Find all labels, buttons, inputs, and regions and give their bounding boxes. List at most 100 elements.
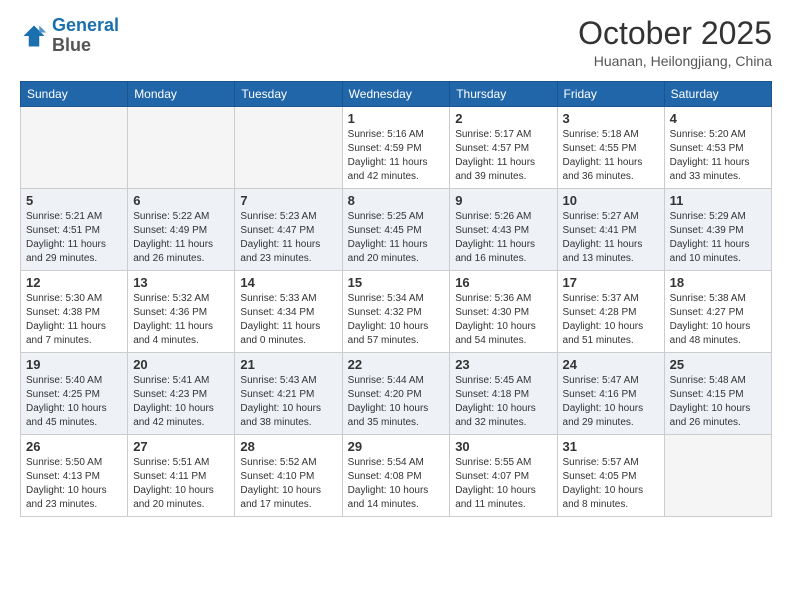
day-number: 26	[26, 439, 122, 454]
calendar-cell	[235, 107, 342, 189]
location: Huanan, Heilongjiang, China	[578, 53, 772, 69]
day-info: Sunrise: 5:34 AM Sunset: 4:32 PM Dayligh…	[348, 292, 445, 348]
day-number: 22	[348, 357, 445, 372]
day-number: 8	[348, 193, 445, 208]
day-number: 9	[455, 193, 551, 208]
day-info: Sunrise: 5:32 AM Sunset: 4:36 PM Dayligh…	[133, 292, 229, 348]
calendar-cell: 26Sunrise: 5:50 AM Sunset: 4:13 PM Dayli…	[21, 435, 128, 517]
calendar-cell: 19 Sunrise: 5:40 AM Sunset: 4:25 PM Dayli…	[21, 353, 128, 435]
logo: General Blue	[20, 16, 119, 56]
day-info: Sunrise: 5:40 AM Sunset: 4:25 PM Dayligh…	[26, 374, 122, 430]
calendar-week-row: 5Sunrise: 5:21 AM Sunset: 4:51 PM Daylig…	[21, 189, 772, 271]
calendar-cell: 20Sunrise: 5:41 AM Sunset: 4:23 PM Dayli…	[128, 353, 235, 435]
day-info: Sunrise: 5:26 AM Sunset: 4:43 PM Dayligh…	[455, 210, 551, 266]
calendar-week-row: 1Sunrise: 5:16 AM Sunset: 4:59 PM Daylig…	[21, 107, 772, 189]
day-number: 10	[563, 193, 659, 208]
day-info: Sunrise: 5:38 AM Sunset: 4:27 PM Dayligh…	[670, 292, 766, 348]
col-tuesday: Tuesday	[235, 82, 342, 107]
month-title: October 2025	[578, 16, 772, 51]
day-number: 2	[455, 111, 551, 126]
day-info: Sunrise: 5:44 AM Sunset: 4:20 PM Dayligh…	[348, 374, 445, 430]
calendar-cell: 18Sunrise: 5:38 AM Sunset: 4:27 PM Dayli…	[664, 271, 771, 353]
calendar-header-row: Sunday Monday Tuesday Wednesday Thursday…	[21, 82, 772, 107]
calendar-table: Sunday Monday Tuesday Wednesday Thursday…	[20, 81, 772, 517]
calendar-cell: 13 Sunrise: 5:32 AM Sunset: 4:36 PM Dayli…	[128, 271, 235, 353]
calendar-cell: 3Sunrise: 5:18 AM Sunset: 4:55 PM Daylig…	[557, 107, 664, 189]
day-info: Sunrise: 5:21 AM Sunset: 4:51 PM Dayligh…	[26, 210, 122, 266]
day-number: 13	[133, 275, 229, 290]
day-info: Sunrise: 5:30 AM Sunset: 4:38 PM Dayligh…	[26, 292, 122, 348]
day-number: 16	[455, 275, 551, 290]
day-number: 7	[240, 193, 336, 208]
day-info: Sunrise: 5:57 AM Sunset: 4:05 PM Dayligh…	[563, 456, 659, 512]
page-container: General Blue October 2025 Huanan, Heilon…	[0, 0, 792, 527]
day-number: 30	[455, 439, 551, 454]
calendar-cell: 4Sunrise: 5:20 AM Sunset: 4:53 PM Daylig…	[664, 107, 771, 189]
calendar-cell: 30 Sunrise: 5:55 AM Sunset: 4:07 PM Dayli…	[450, 435, 557, 517]
calendar-cell: 24Sunrise: 5:47 AM Sunset: 4:16 PM Dayli…	[557, 353, 664, 435]
calendar-cell: 31Sunrise: 5:57 AM Sunset: 4:05 PM Dayli…	[557, 435, 664, 517]
calendar-cell: 12 Sunrise: 5:30 AM Sunset: 4:38 PM Dayli…	[21, 271, 128, 353]
col-wednesday: Wednesday	[342, 82, 450, 107]
calendar-cell: 21 Sunrise: 5:43 AM Sunset: 4:21 PM Dayli…	[235, 353, 342, 435]
day-info: Sunrise: 5:17 AM Sunset: 4:57 PM Dayligh…	[455, 128, 551, 184]
calendar-cell: 29 Sunrise: 5:54 AM Sunset: 4:08 PM Dayli…	[342, 435, 450, 517]
day-number: 25	[670, 357, 766, 372]
day-info: Sunrise: 5:23 AM Sunset: 4:47 PM Dayligh…	[240, 210, 336, 266]
logo-name: General Blue	[52, 16, 119, 56]
calendar-cell	[128, 107, 235, 189]
day-info: Sunrise: 5:33 AM Sunset: 4:34 PM Dayligh…	[240, 292, 336, 348]
calendar-cell: 5Sunrise: 5:21 AM Sunset: 4:51 PM Daylig…	[21, 189, 128, 271]
day-info: Sunrise: 5:22 AM Sunset: 4:49 PM Dayligh…	[133, 210, 229, 266]
day-info: Sunrise: 5:25 AM Sunset: 4:45 PM Dayligh…	[348, 210, 445, 266]
day-number: 20	[133, 357, 229, 372]
day-info: Sunrise: 5:27 AM Sunset: 4:41 PM Dayligh…	[563, 210, 659, 266]
col-thursday: Thursday	[450, 82, 557, 107]
day-info: Sunrise: 5:20 AM Sunset: 4:53 PM Dayligh…	[670, 128, 766, 184]
calendar-cell: 2 Sunrise: 5:17 AM Sunset: 4:57 PM Daylig…	[450, 107, 557, 189]
col-monday: Monday	[128, 82, 235, 107]
calendar-cell: 16 Sunrise: 5:36 AM Sunset: 4:30 PM Dayli…	[450, 271, 557, 353]
calendar-cell: 9 Sunrise: 5:26 AM Sunset: 4:43 PM Daylig…	[450, 189, 557, 271]
day-number: 28	[240, 439, 336, 454]
day-info: Sunrise: 5:52 AM Sunset: 4:10 PM Dayligh…	[240, 456, 336, 512]
day-number: 14	[240, 275, 336, 290]
day-info: Sunrise: 5:51 AM Sunset: 4:11 PM Dayligh…	[133, 456, 229, 512]
day-info: Sunrise: 5:54 AM Sunset: 4:08 PM Dayligh…	[348, 456, 445, 512]
calendar-cell	[21, 107, 128, 189]
col-sunday: Sunday	[21, 82, 128, 107]
day-info: Sunrise: 5:29 AM Sunset: 4:39 PM Dayligh…	[670, 210, 766, 266]
header: General Blue October 2025 Huanan, Heilon…	[20, 16, 772, 69]
calendar-week-row: 12 Sunrise: 5:30 AM Sunset: 4:38 PM Dayli…	[21, 271, 772, 353]
logo-icon	[20, 22, 48, 50]
calendar-cell: 1Sunrise: 5:16 AM Sunset: 4:59 PM Daylig…	[342, 107, 450, 189]
day-number: 12	[26, 275, 122, 290]
day-number: 6	[133, 193, 229, 208]
day-number: 21	[240, 357, 336, 372]
calendar-cell: 27 Sunrise: 5:51 AM Sunset: 4:11 PM Dayli…	[128, 435, 235, 517]
day-number: 19	[26, 357, 122, 372]
day-number: 3	[563, 111, 659, 126]
calendar-week-row: 26Sunrise: 5:50 AM Sunset: 4:13 PM Dayli…	[21, 435, 772, 517]
title-block: October 2025 Huanan, Heilongjiang, China	[578, 16, 772, 69]
calendar-cell: 22 Sunrise: 5:44 AM Sunset: 4:20 PM Dayli…	[342, 353, 450, 435]
calendar-cell: 28 Sunrise: 5:52 AM Sunset: 4:10 PM Dayli…	[235, 435, 342, 517]
day-info: Sunrise: 5:36 AM Sunset: 4:30 PM Dayligh…	[455, 292, 551, 348]
calendar-cell: 10 Sunrise: 5:27 AM Sunset: 4:41 PM Dayli…	[557, 189, 664, 271]
calendar-cell: 23Sunrise: 5:45 AM Sunset: 4:18 PM Dayli…	[450, 353, 557, 435]
day-info: Sunrise: 5:45 AM Sunset: 4:18 PM Dayligh…	[455, 374, 551, 430]
col-friday: Friday	[557, 82, 664, 107]
day-number: 1	[348, 111, 445, 126]
day-number: 27	[133, 439, 229, 454]
day-info: Sunrise: 5:55 AM Sunset: 4:07 PM Dayligh…	[455, 456, 551, 512]
day-info: Sunrise: 5:43 AM Sunset: 4:21 PM Dayligh…	[240, 374, 336, 430]
day-number: 29	[348, 439, 445, 454]
calendar-cell: 7 Sunrise: 5:23 AM Sunset: 4:47 PM Daylig…	[235, 189, 342, 271]
day-info: Sunrise: 5:48 AM Sunset: 4:15 PM Dayligh…	[670, 374, 766, 430]
calendar-cell: 15Sunrise: 5:34 AM Sunset: 4:32 PM Dayli…	[342, 271, 450, 353]
calendar-cell	[664, 435, 771, 517]
day-number: 17	[563, 275, 659, 290]
calendar-cell: 17Sunrise: 5:37 AM Sunset: 4:28 PM Dayli…	[557, 271, 664, 353]
calendar-cell: 11 Sunrise: 5:29 AM Sunset: 4:39 PM Dayli…	[664, 189, 771, 271]
day-number: 11	[670, 193, 766, 208]
